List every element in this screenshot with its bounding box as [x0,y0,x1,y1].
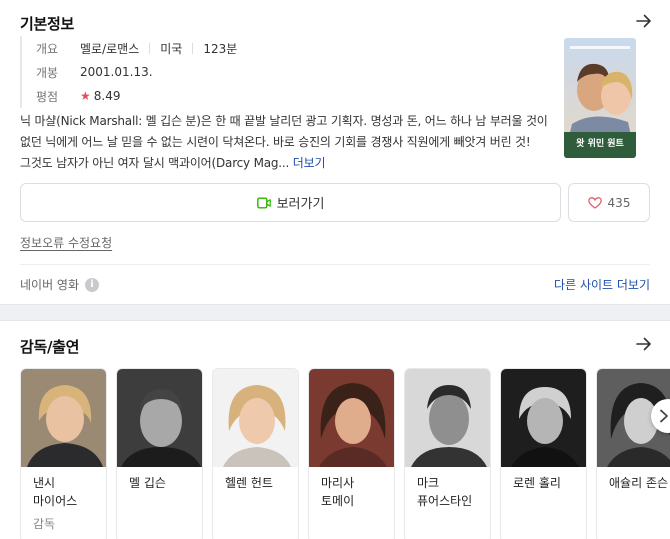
cast-item[interactable]: 마크 퓨어스타인 [404,368,491,539]
cast-item[interactable]: 애슐리 존슨 [596,368,670,539]
rating-value: 8.49 [93,89,121,103]
cast-arrow-icon[interactable] [636,336,656,356]
poster-title: 왓 위민 원트 [576,137,624,149]
person-name: 헬렌 헌트 [225,476,273,490]
cast-item[interactable]: 로렌 홀리 [500,368,587,539]
person-role: 감독 [33,517,56,531]
other-sites-link[interactable]: 다른 사이트 더보기 [554,276,650,293]
genre: 멜로/로맨스 [80,41,140,56]
divider [149,42,151,54]
person-name: 로렌 홀리 [513,476,561,490]
cast-item[interactable]: 낸시 마이어스 감독 [20,368,107,539]
description-text: 닉 마샬(Nick Marshall: 멜 깁슨 분)은 한 때 끝발 날리던 … [20,114,548,170]
report-error-link[interactable]: 정보오류 수정요청 [20,234,112,251]
person-photo [213,369,298,467]
rating-label: 평점 [36,89,59,104]
source-label: 네이버 영화 [20,278,80,292]
person-photo [117,369,202,467]
basic-info-section: 기본정보 개요 멜로/로맨스 미국 123분 개봉 2001.01.13. 평점… [0,0,670,305]
person-name: 애슐리 존슨 [609,476,669,490]
info-icon[interactable]: i [85,277,100,292]
person-photo [501,369,586,467]
release-row: 개봉 2001.01.13. [36,60,540,84]
basic-info-arrow-icon[interactable] [636,13,656,33]
video-icon [256,197,271,209]
runtime: 123분 [203,41,238,56]
divider [20,264,650,265]
like-button[interactable]: 435 [568,183,650,222]
cast-section: 감독/출연 낸시 마이어스 감독 멜 깁슨 헬렌 헌트 마리사 토메이 마크 퓨… [0,320,670,539]
country: 미국 [160,41,183,56]
chevron-right-icon [660,409,668,423]
person-photo [309,369,394,467]
divider [192,42,194,54]
more-link[interactable]: 더보기 [293,156,326,170]
cast-list: 낸시 마이어스 감독 멜 깁슨 헬렌 헌트 마리사 토메이 마크 퓨어스타인 로… [20,368,670,539]
cast-item[interactable]: 멜 깁슨 [116,368,203,539]
cast-title: 감독/출연 [20,338,80,356]
overview-row: 개요 멜로/로맨스 미국 123분 [36,36,540,60]
person-name: 멜 깁슨 [129,476,166,490]
person-name: 낸시 마이어스 [33,476,78,508]
overview-label: 개요 [36,41,59,56]
source-info: 네이버 영화 i [20,276,100,293]
movie-description: 닉 마샬(Nick Marshall: 멜 깁슨 분)은 한 때 끝발 날리던 … [20,111,550,174]
person-name: 마크 퓨어스타인 [417,476,473,508]
heart-icon [587,196,602,209]
watch-label: 보러가기 [276,197,325,212]
cast-item[interactable]: 헬렌 헌트 [212,368,299,539]
rating-row: 평점 ★ 8.49 [36,84,540,108]
basic-info-title: 기본정보 [20,15,75,33]
person-name: 마리사 토메이 [321,476,355,508]
person-photo [21,369,106,467]
movie-meta: 개요 멜로/로맨스 미국 123분 개봉 2001.01.13. 평점 ★ 8.… [20,36,540,108]
release-label: 개봉 [36,65,59,80]
movie-poster[interactable]: 왓 위민 원트 [564,38,636,158]
star-icon: ★ [80,89,91,103]
watch-button[interactable]: 보러가기 [20,183,561,222]
like-count: 435 [607,195,631,210]
cast-item[interactable]: 마리사 토메이 [308,368,395,539]
person-photo [405,369,490,467]
release-date: 2001.01.13. [80,65,153,79]
